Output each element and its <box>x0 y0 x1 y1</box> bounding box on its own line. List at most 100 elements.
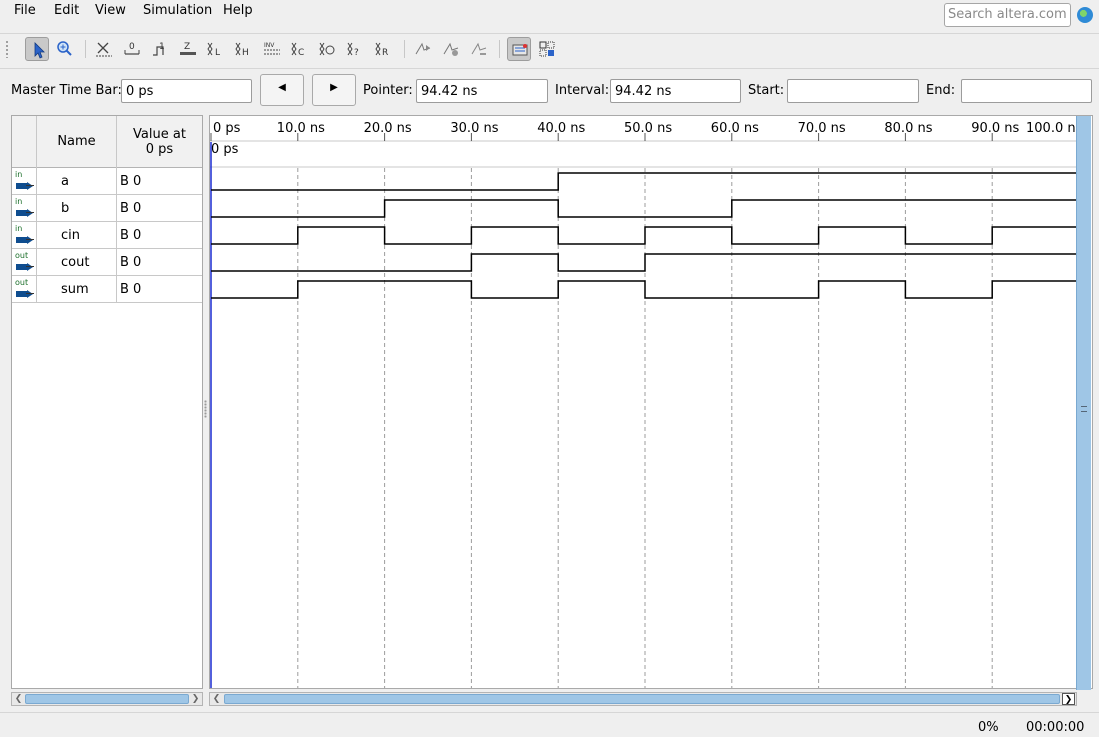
status-bar: 0% 00:00:00 <box>0 712 1099 737</box>
waveform-a <box>211 172 1077 191</box>
ruler-tick-label: 60.0 ns <box>711 121 759 136</box>
input-pin-icon: in <box>14 224 34 244</box>
signal-row-b[interactable]: in b B 0 <box>12 195 202 222</box>
ruler-tick-label: 20.0 ns <box>364 121 412 136</box>
menu-edit[interactable]: Edit <box>52 3 81 18</box>
next-transition-button[interactable]: ▶ <box>312 74 356 106</box>
signal-value: B 0 <box>120 174 142 189</box>
toolbar-separator <box>404 40 405 58</box>
time-bar-label: 0 ps <box>211 142 239 157</box>
waveform-sum <box>211 280 1077 299</box>
interval-input[interactable]: 94.42 ns <box>610 79 741 103</box>
signal-value: B 0 <box>120 201 142 216</box>
menu-file[interactable]: File <box>12 3 38 18</box>
ruler-tick-label: 10.0 ns <box>277 121 325 136</box>
svg-text:0: 0 <box>129 42 135 52</box>
scroll-left-icon[interactable]: ❮ <box>12 693 25 705</box>
waveform-vscrollbar[interactable] <box>1076 116 1091 690</box>
menu-view[interactable]: View <box>93 3 128 18</box>
signal-row-a[interactable]: in a B 0 <box>12 168 202 195</box>
value-column-header[interactable]: Value at 0 ps <box>117 118 202 157</box>
waveform-cin <box>211 226 1077 245</box>
waveform-canvas[interactable]: 0 ps 10.0 ns 20.0 ns 30.0 ns 40.0 ns 50.0 ns 6… <box>210 116 1077 688</box>
signal-row-sum[interactable]: out sum B 0 <box>12 276 202 303</box>
master-time-bar-input[interactable]: 0 ps <box>121 79 252 103</box>
signal-name: sum <box>36 276 117 303</box>
snap-to-grid-icon-2[interactable] <box>467 37 491 61</box>
previous-transition-button[interactable]: ◀ <box>260 74 304 106</box>
signal-name: cout <box>36 249 117 276</box>
elapsed-time: 00:00:00 <box>1026 720 1085 735</box>
random-values-icon[interactable]: ? <box>344 37 368 61</box>
ruler-tick-label: 90.0 ns <box>971 121 1019 136</box>
svg-text:?: ? <box>354 48 359 58</box>
forcing-unknown-icon[interactable] <box>92 37 116 61</box>
pointer-input[interactable]: 94.42 ns <box>416 79 548 103</box>
output-pin-icon: out <box>14 251 34 271</box>
ruler-tick-label: 30.0 ns <box>450 121 498 136</box>
scroll-grip-icon <box>1081 406 1087 412</box>
start-input[interactable] <box>787 79 919 103</box>
signal-list-hscrollbar[interactable]: ❮ ❯ <box>11 692 203 706</box>
pointer-label: Pointer: <box>363 83 413 98</box>
run-simulation-icon[interactable] <box>507 37 531 61</box>
name-column-header[interactable]: Name <box>36 116 117 168</box>
menu-simulation[interactable]: Simulation <box>141 3 214 18</box>
waveform-panel[interactable]: 0 ps 10.0 ns 20.0 ns 30.0 ns 40.0 ns 50.0 ns 6… <box>209 115 1093 689</box>
waveform-scroll-thumb[interactable] <box>224 694 1060 704</box>
input-pin-icon: in <box>14 197 34 217</box>
waveform-b <box>211 199 1077 218</box>
interval-label: Interval: <box>555 83 610 98</box>
forcing-high-icon[interactable]: 1 <box>148 37 172 61</box>
selection-tool-icon[interactable] <box>25 37 49 61</box>
ruler-tick-label: 50.0 ns <box>624 121 672 136</box>
scroll-right-icon[interactable]: ❯ <box>189 693 202 705</box>
waveform-cout <box>211 253 1077 272</box>
svg-text:R: R <box>382 48 388 58</box>
signal-list-scroll-thumb[interactable] <box>25 694 189 704</box>
grouped-display-icon[interactable] <box>535 37 559 61</box>
waveform-hscrollbar[interactable]: ❮ ❯ <box>209 692 1077 706</box>
globe-icon[interactable] <box>1077 7 1093 23</box>
invert-icon[interactable]: INV <box>260 37 284 61</box>
snap-to-grid-icon-1[interactable] <box>439 37 463 61</box>
arrow-right-icon: ▶ <box>330 82 338 93</box>
scroll-right-icon[interactable]: ❯ <box>1062 693 1075 705</box>
signal-row-cout[interactable]: out cout B 0 <box>12 249 202 276</box>
scroll-left-icon[interactable]: ❮ <box>210 693 223 705</box>
time-bar-row: Master Time Bar: 0 ps ◀ ▶ Pointer: 94.42… <box>0 68 1099 112</box>
panel-splitter[interactable] <box>204 400 207 418</box>
signal-row-cin[interactable]: in cin B 0 <box>12 222 202 249</box>
signal-name: a <box>36 168 117 195</box>
signal-list-header: Name Value at 0 ps <box>12 116 202 168</box>
svg-text:L: L <box>215 48 220 58</box>
signal-value: B 0 <box>120 228 142 243</box>
count-value-icon[interactable]: C <box>288 37 312 61</box>
zoom-tool-icon[interactable] <box>53 37 77 61</box>
forcing-low-icon[interactable]: 0 <box>120 37 144 61</box>
value-header-line2: 0 ps <box>145 142 174 157</box>
ruler-tick-label: 100.0 ns <box>1026 121 1077 136</box>
svg-text:Z: Z <box>184 42 190 52</box>
svg-text:H: H <box>242 48 249 58</box>
start-label: Start: <box>748 83 785 98</box>
search-input[interactable]: Search altera.com <box>944 3 1071 27</box>
menu-help[interactable]: Help <box>221 3 255 18</box>
input-pin-icon: in <box>14 170 34 190</box>
dont-care-icon[interactable]: R <box>372 37 396 61</box>
end-label: End: <box>926 83 956 98</box>
signal-value: B 0 <box>120 282 142 297</box>
high-impedance-icon[interactable]: Z <box>176 37 200 61</box>
ruler-tick-label: 70.0 ns <box>798 121 846 136</box>
end-input[interactable] <box>961 79 1092 103</box>
signal-name: cin <box>36 222 117 249</box>
toolbar-grip[interactable] <box>5 40 9 58</box>
arbitrary-value-icon[interactable] <box>411 37 435 61</box>
ruler-tick-label: 0 ps <box>213 121 241 136</box>
overwrite-clock-icon[interactable] <box>316 37 340 61</box>
ruler-tick-label: 80.0 ns <box>884 121 932 136</box>
weak-low-icon[interactable]: L <box>204 37 228 61</box>
toolbar-separator <box>499 40 500 58</box>
weak-high-icon[interactable]: H <box>232 37 256 61</box>
progress-percent: 0% <box>978 720 999 735</box>
